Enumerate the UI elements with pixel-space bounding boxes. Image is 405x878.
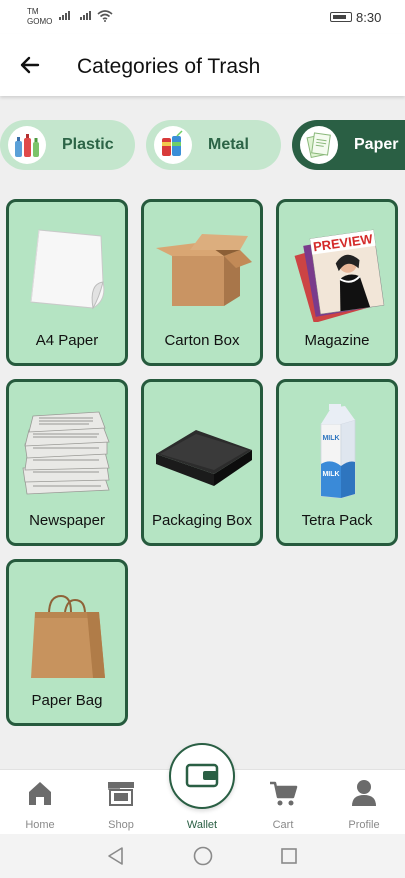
metal-cans-icon [154, 126, 192, 164]
profile-icon [352, 780, 376, 806]
tab-label: Paper [354, 136, 399, 153]
status-bar: TM GOMO 8:30 [0, 0, 405, 34]
newspaper-image [22, 411, 110, 495]
item-card-packaging-box[interactable]: Packaging Box [141, 379, 263, 546]
wallet-button[interactable] [169, 743, 235, 809]
system-nav-bar [0, 834, 405, 878]
paper-sheets-icon [300, 126, 338, 164]
shop-icon [108, 782, 134, 806]
carrier-line-2: GOMO [27, 17, 53, 26]
nav-label: Home [25, 819, 55, 831]
magazine-image: PREVIEW [294, 229, 385, 322]
item-label: Magazine [304, 332, 370, 349]
tab-label: Metal [208, 136, 249, 153]
wifi-icon [97, 10, 113, 22]
signal-icon-2 [80, 11, 91, 20]
item-card-newspaper[interactable]: Newspaper [6, 379, 128, 546]
nav-label: Cart [272, 819, 294, 831]
tab-metal[interactable]: Metal [146, 120, 281, 170]
item-card-tetra-pack[interactable]: MILK MILK Tetra Pack [276, 379, 398, 546]
page-title: Categories of Trash [77, 55, 261, 78]
item-label: Packaging Box [151, 512, 253, 529]
nav-profile[interactable]: Profile [329, 770, 399, 835]
nav-label: Profile [348, 819, 380, 831]
wallet-icon [185, 763, 219, 788]
svg-text:MILK: MILK [322, 471, 339, 478]
item-card-a4-paper[interactable]: A4 Paper [6, 199, 128, 366]
arrow-left-icon[interactable] [14, 49, 46, 81]
packaging-box-image [156, 430, 252, 486]
app-header: Categories of Trash [0, 34, 405, 96]
signal-icon [59, 11, 70, 20]
item-card-magazine[interactable]: PREVIEW Magazine [276, 199, 398, 366]
system-back-icon[interactable] [106, 846, 126, 866]
cart-icon [270, 781, 298, 806]
item-card-paper-bag[interactable]: Paper Bag [6, 559, 128, 726]
nav-home[interactable]: Home [5, 770, 75, 835]
nav-shop[interactable]: Shop [86, 770, 156, 835]
nav-label: Wallet [186, 819, 218, 831]
nav-label: Shop [108, 819, 134, 831]
home-icon [29, 782, 51, 805]
item-label: Tetra Pack [301, 512, 373, 529]
item-label: A4 Paper [35, 332, 99, 349]
item-label: Carton Box [164, 332, 240, 349]
tab-label: Plastic [62, 136, 114, 153]
tab-paper[interactable]: Paper [292, 120, 405, 170]
system-recents-icon[interactable] [279, 846, 299, 866]
paper-bag-image [31, 594, 105, 678]
tetra-pack-image: MILK MILK [320, 404, 356, 499]
system-home-icon[interactable] [192, 845, 214, 867]
carrier-line-1: TM [27, 7, 39, 16]
carton-box-image [156, 234, 252, 306]
a4-paper-image [30, 229, 105, 310]
clock: 8:30 [356, 10, 382, 25]
battery-icon [330, 12, 352, 22]
item-card-carton-box[interactable]: Carton Box [141, 199, 263, 366]
plastic-bottles-icon [8, 126, 46, 164]
item-label: Newspaper [29, 512, 105, 529]
svg-text:MILK: MILK [322, 435, 339, 442]
tab-plastic[interactable]: Plastic [0, 120, 135, 170]
nav-cart[interactable]: Cart [248, 770, 318, 835]
carrier-label: TM GOMO [27, 7, 52, 27]
item-label: Paper Bag [31, 692, 103, 709]
